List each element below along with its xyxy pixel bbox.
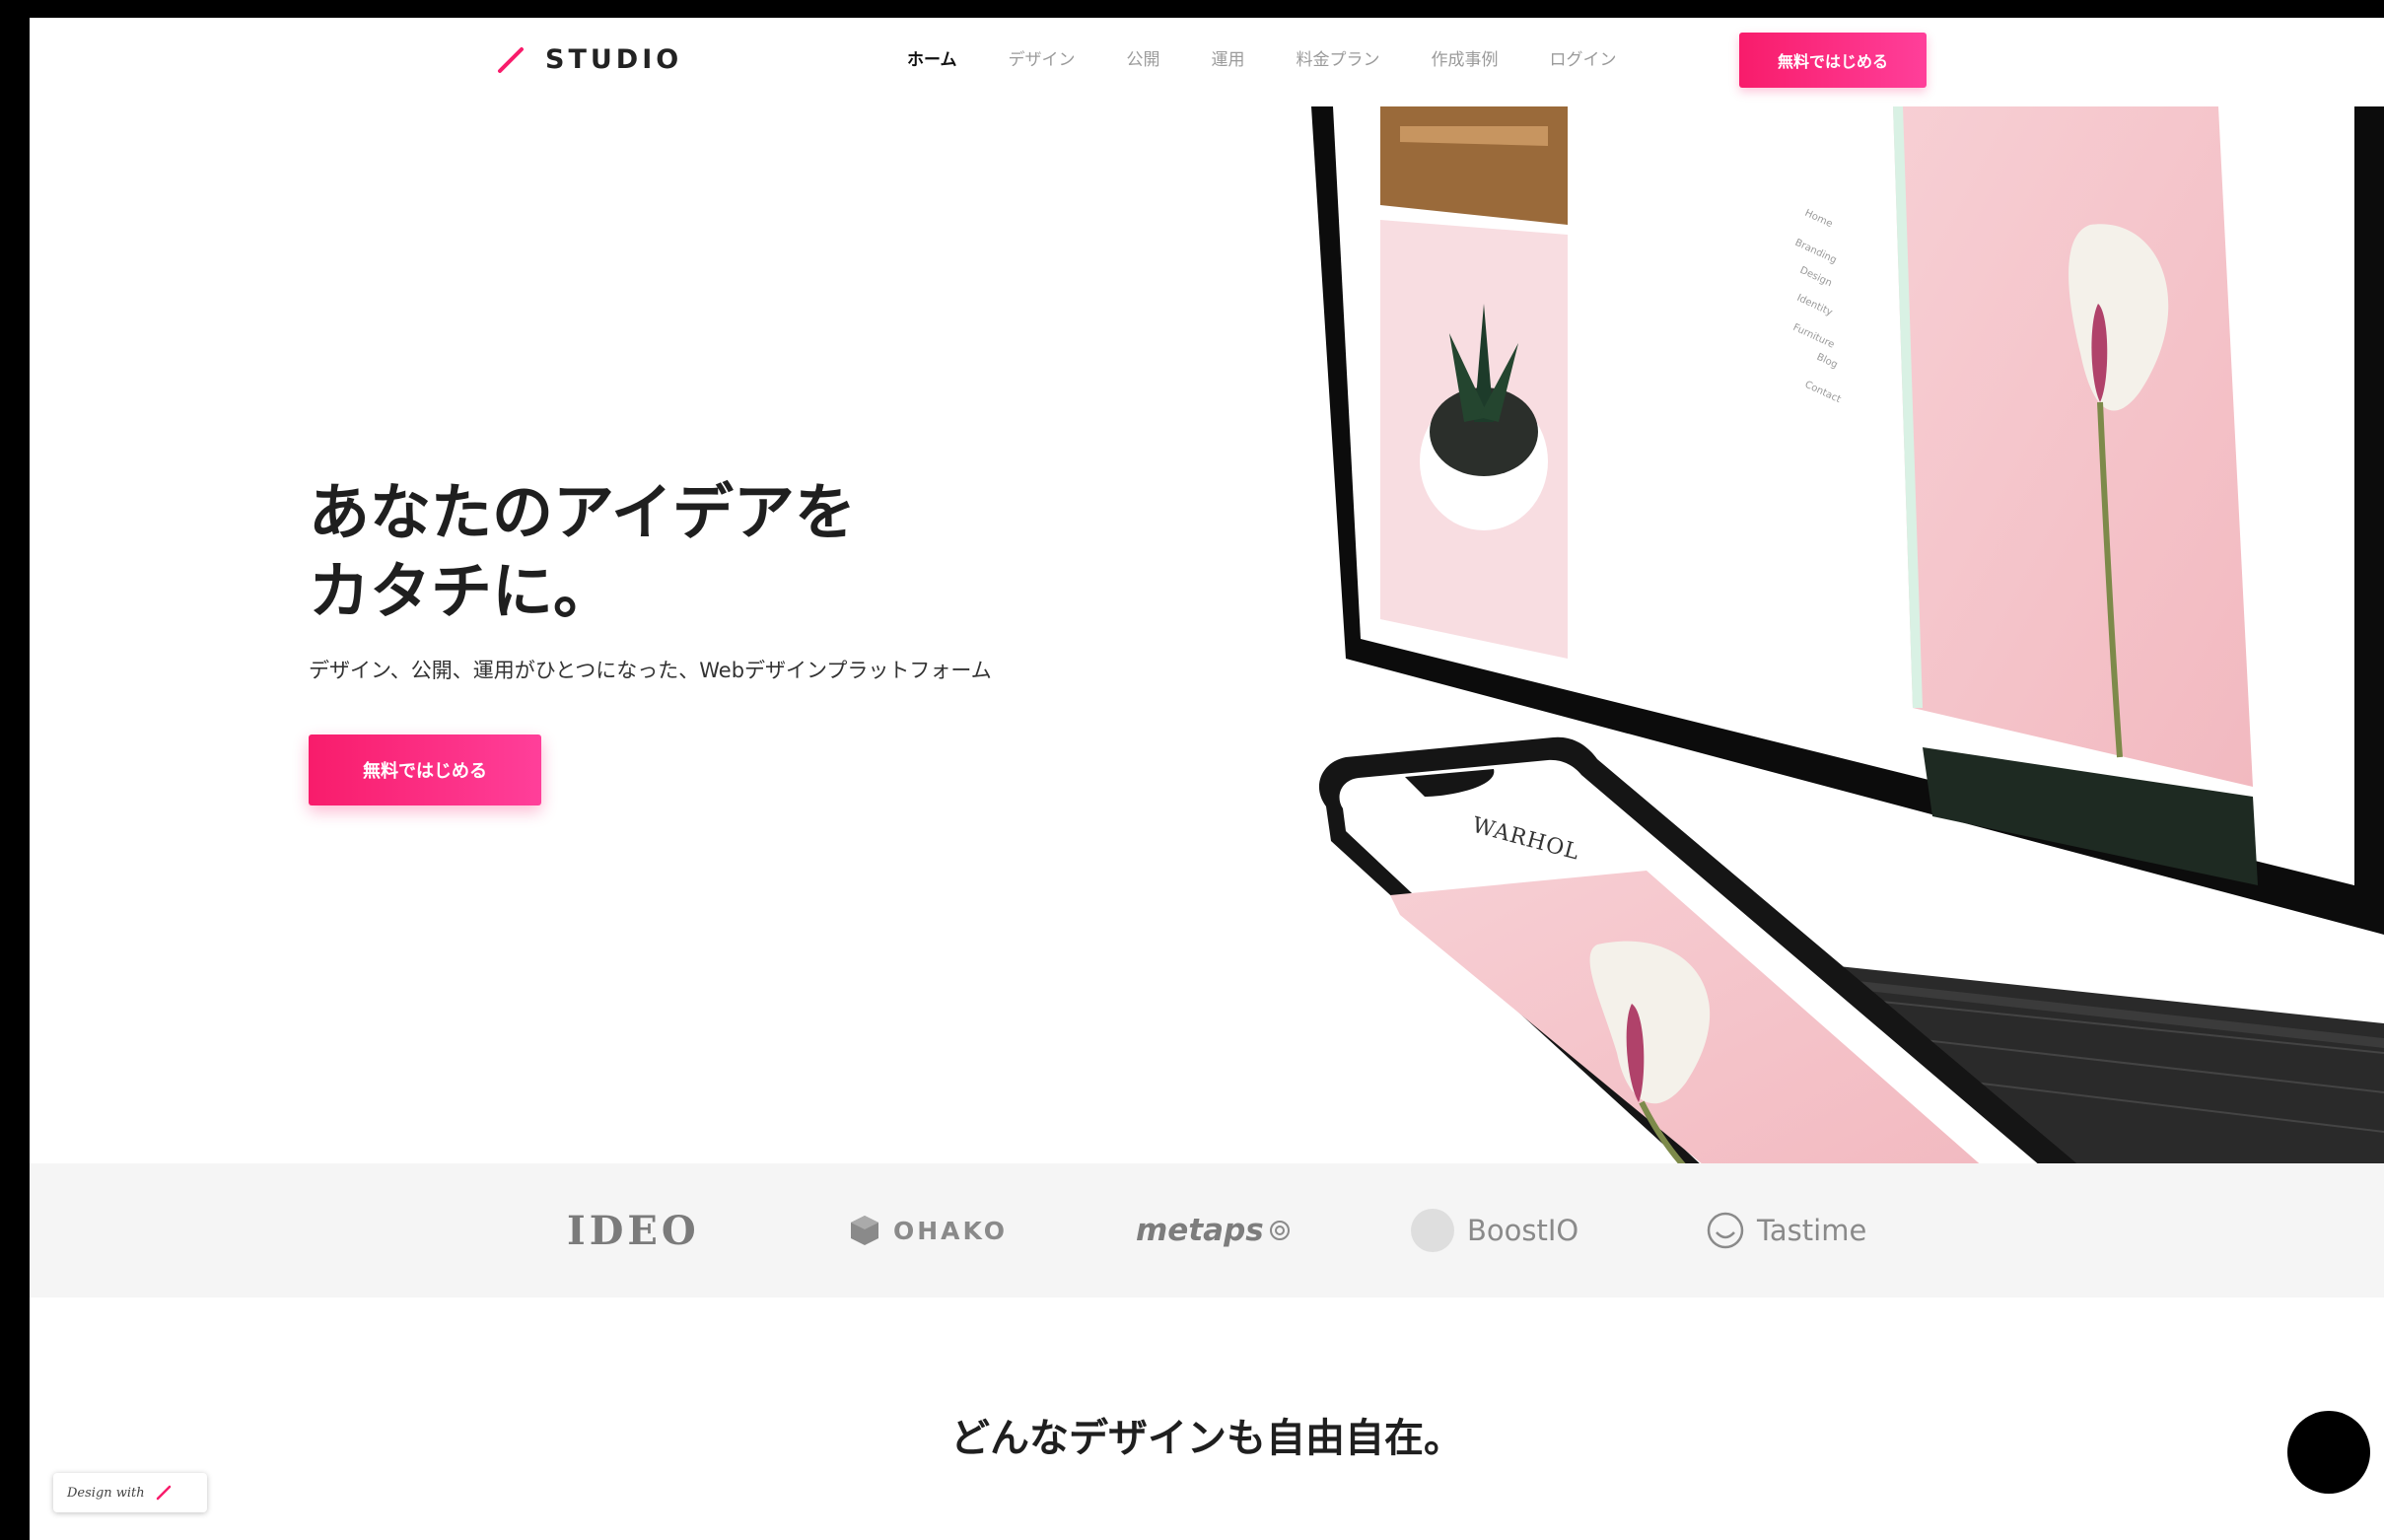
section-title: どんなデザインも自由自在。 — [950, 1416, 1463, 1461]
header-signup-button[interactable]: 無料ではじめる — [1739, 33, 1927, 88]
nav-item-publish[interactable]: 公開 — [1127, 45, 1160, 70]
logo-tastime: Tastime — [1706, 1163, 1866, 1297]
client-logos-band: IDEO OHAKO metaps BoostIO Tastime — [30, 1163, 2384, 1297]
logo-ideo-text: IDEO — [567, 1207, 700, 1254]
nav-item-home[interactable]: ホーム — [907, 45, 957, 70]
metaps-mark-icon — [1269, 1221, 1290, 1240]
boostio-circle-icon — [1411, 1209, 1454, 1252]
tastime-smile-icon — [1707, 1212, 1744, 1249]
logo-tastime-text: Tastime — [1757, 1214, 1867, 1247]
nav-item-design[interactable]: デザイン — [1009, 45, 1076, 70]
hero-title-line2: カタチに。 — [309, 555, 615, 627]
logo-boostio-text: BoostIO — [1467, 1214, 1579, 1247]
cube-icon — [851, 1216, 878, 1245]
site-header: STUDIO ホーム デザイン 公開 運用 料金プラン 作成事例 ログイン 無料… — [30, 18, 2384, 116]
design-with-badge[interactable]: Design with — [53, 1473, 207, 1512]
nav-item-showcase[interactable]: 作成事例 — [1432, 45, 1499, 70]
main-nav: ホーム デザイン 公開 運用 料金プラン 作成事例 ログイン — [907, 45, 1668, 70]
logo-ideo: IDEO — [567, 1163, 700, 1297]
page: STUDIO ホーム デザイン 公開 運用 料金プラン 作成事例 ログイン 無料… — [30, 18, 2384, 1540]
logo-ohako-text: OHAKO — [893, 1216, 1009, 1245]
logo-ohako: OHAKO — [848, 1163, 1008, 1297]
hero-title-line1: あなたのアイデアを — [309, 476, 856, 548]
studio-logo[interactable]: STUDIO — [496, 44, 682, 75]
logo-boostio: BoostIO — [1410, 1163, 1578, 1297]
nav-item-login[interactable]: ログイン — [1550, 45, 1617, 70]
nav-item-operation[interactable]: 運用 — [1212, 45, 1245, 70]
logo-text: STUDIO — [545, 44, 683, 75]
chat-button[interactable] — [2287, 1411, 2370, 1494]
device-mockup-image: Home Branding Design Identity Furniture … — [1311, 106, 2384, 1183]
slash-logo-icon — [156, 1485, 171, 1501]
hero-subtitle: デザイン、公開、運用がひとつになった、Webデザインプラットフォーム — [309, 659, 992, 682]
nav-item-pricing[interactable]: 料金プラン — [1297, 45, 1380, 70]
logo-metaps-text: metaps — [1136, 1213, 1264, 1248]
logo-metaps: metaps — [1136, 1163, 1292, 1297]
badge-label: Design with — [67, 1485, 145, 1501]
hero-signup-button[interactable]: 無料ではじめる — [309, 735, 541, 805]
hero-title: あなたのアイデアを カタチに。 — [309, 473, 999, 631]
slash-logo-icon — [498, 46, 524, 73]
